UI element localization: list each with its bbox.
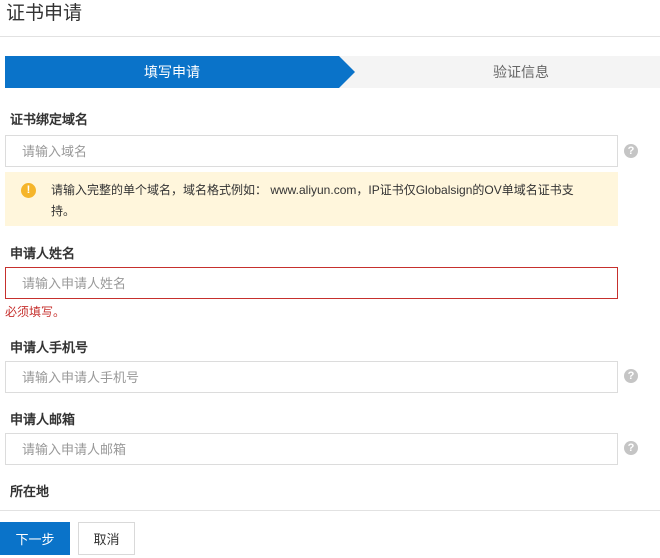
footer-divider [0, 510, 660, 511]
step-indicator: 填写申请 验证信息 [5, 56, 660, 88]
domain-input[interactable] [5, 135, 618, 167]
location-label: 所在地 [10, 484, 50, 499]
cancel-button[interactable]: 取消 [78, 522, 135, 555]
name-input[interactable] [5, 267, 618, 299]
page-title: 证书申请 [6, 3, 83, 24]
email-help-icon[interactable]: ? [624, 441, 638, 455]
name-error-message: 必须填写。 [5, 305, 66, 319]
email-input[interactable] [5, 433, 618, 465]
notice-text: 请输入完整的单个域名，域名格式例如： www.aliyun.com，IP证书仅G… [51, 183, 574, 218]
step-verify-info: 验证信息 [493, 64, 549, 80]
warning-icon: ! [21, 183, 36, 198]
step-fill-application: 填写申请 [144, 64, 200, 80]
next-button[interactable]: 下一步 [0, 522, 70, 555]
name-label: 申请人姓名 [10, 246, 76, 261]
phone-help-icon[interactable]: ? [624, 369, 638, 383]
phone-label: 申请人手机号 [10, 340, 89, 355]
domain-help-icon[interactable]: ? [624, 144, 638, 158]
domain-label: 证书绑定域名 [10, 112, 89, 127]
email-label: 申请人邮箱 [10, 412, 76, 427]
phone-input[interactable] [5, 361, 618, 393]
domain-notice: ! 请输入完整的单个域名，域名格式例如： www.aliyun.com，IP证书… [5, 172, 618, 226]
header-divider [0, 36, 660, 37]
